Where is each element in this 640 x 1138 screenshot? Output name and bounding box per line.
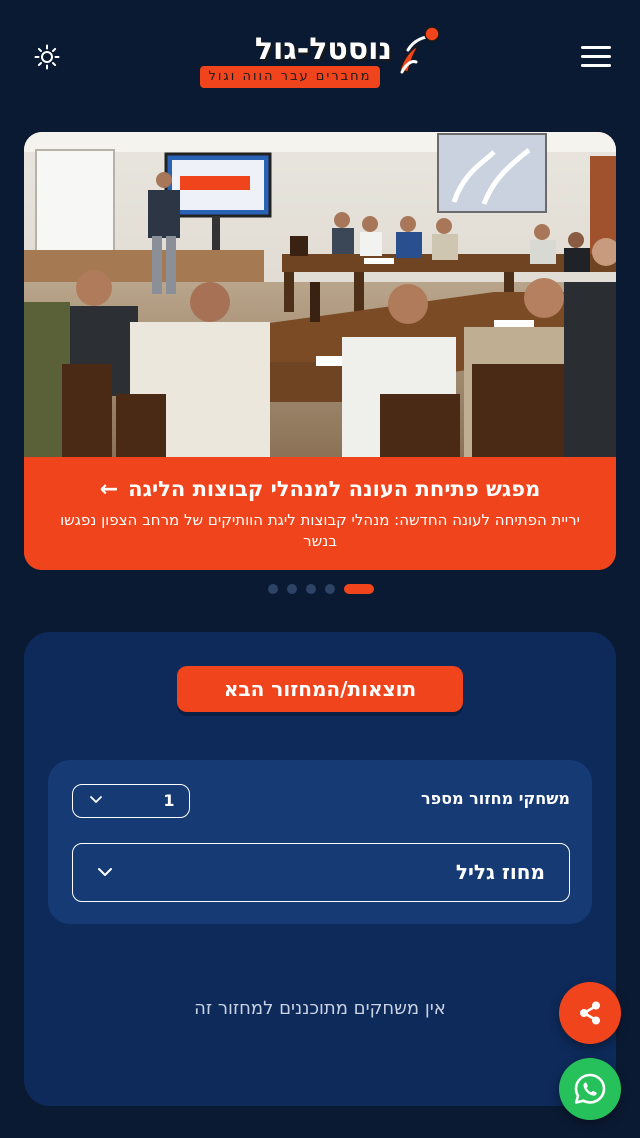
whatsapp-icon (574, 1073, 606, 1104)
results-panel: תוצאות/המחזור הבא משחקי מחזור מספר 1 מחו… (24, 632, 616, 1106)
slider-dot[interactable] (287, 584, 297, 594)
logo-title: נוסטל-גול (254, 32, 392, 67)
hero-photo (24, 132, 616, 457)
no-games-message: אין משחקים מתוכננים למחזור זה (194, 998, 446, 1019)
slider-dot[interactable] (325, 584, 335, 594)
site-logo[interactable]: נוסטל-גול מחברים עבר הווה וגול (198, 22, 442, 88)
hero-slide-card[interactable]: מפגש פתיחת העונה למנהלי קבוצות הליגה ← יר… (24, 132, 616, 570)
share-button[interactable] (559, 982, 621, 1044)
district-select[interactable]: מחוז גליל (72, 843, 570, 902)
slider-dot[interactable] (268, 584, 278, 594)
arrow-left-icon: ← (99, 477, 119, 502)
share-icon (580, 1001, 600, 1025)
hero-title-text: מפגש פתיחת העונה למנהלי קבוצות הליגה (128, 477, 541, 501)
hero-description: יריית הפתיחה לעונה החדשה: מנהלי קבוצות ל… (60, 511, 580, 550)
hamburger-menu-icon (581, 46, 611, 49)
hamburger-menu-icon-bar (581, 64, 611, 67)
site-header: נוסטל-גול מחברים עבר הווה וגול (0, 0, 640, 115)
round-label: משחקי מחזור מספר (420, 789, 570, 808)
chevron-down-icon (90, 796, 102, 803)
results-title: תוצאות/המחזור הבא (177, 666, 463, 712)
hero-caption: מפגש פתיחת העונה למנהלי קבוצות הליגה ← יר… (24, 457, 616, 570)
slider-dot-active[interactable] (344, 584, 374, 594)
logo-tagline: מחברים עבר הווה וגול (200, 66, 380, 88)
round-filter-box: משחקי מחזור מספר 1 מחוז גליל (48, 760, 592, 924)
chevron-down-icon (98, 868, 112, 876)
theme-toggle-button[interactable] (30, 40, 64, 74)
menu-button[interactable] (578, 44, 614, 70)
district-select-value: מחוז גליל (455, 860, 545, 884)
whatsapp-button[interactable] (559, 1058, 621, 1120)
round-select-value: 1 (163, 791, 175, 810)
football-player-logo-icon (399, 26, 440, 74)
slider-dot[interactable] (306, 584, 316, 594)
hamburger-menu-icon-bar (581, 55, 611, 58)
slider-pagination (262, 583, 380, 595)
sun-icon (34, 44, 60, 70)
hero-title[interactable]: מפגש פתיחת העונה למנהלי קבוצות הליגה ← (44, 473, 596, 506)
round-select[interactable]: 1 (72, 784, 190, 818)
